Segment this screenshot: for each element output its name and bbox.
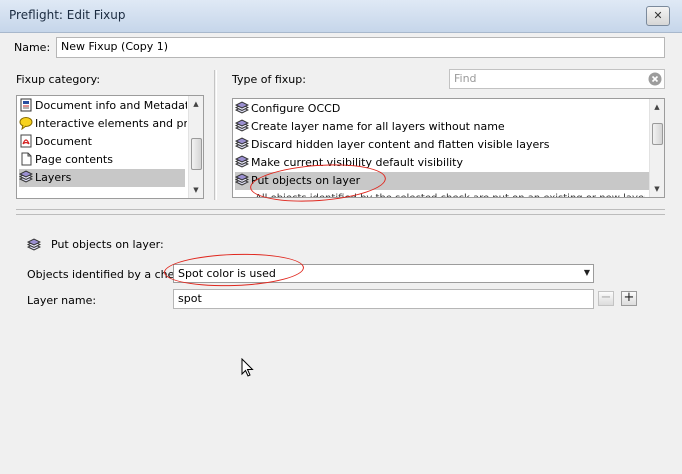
layer-name-label: Layer name: [27,294,97,307]
scroll-thumb[interactable] [191,138,202,170]
scroll-down-icon[interactable]: ▼ [650,183,664,195]
scroll-up-icon[interactable]: ▲ [189,98,203,110]
pdf-document-icon [19,134,33,148]
page-icon [19,152,33,166]
layers-icon [235,155,250,169]
minus-icon: − [600,290,612,305]
section-divider [16,214,665,215]
fixup-item-discard-hidden[interactable]: Discard hidden layer content and flatten… [235,136,649,154]
detail-header: Put objects on layer: [51,238,164,251]
fixup-item-label: Discard hidden layer content and flatten… [251,138,550,151]
type-of-fixup-label: Type of fixup: [232,73,306,86]
category-item-label: Page contents [35,153,113,166]
category-item-document-info[interactable]: Document info and Metadata [19,97,187,115]
layers-icon [235,119,250,133]
name-label: Name: [14,41,51,54]
chevron-down-icon: ▼ [583,268,590,277]
fixup-item-label: Create layer name for all layers without… [251,120,505,133]
name-input[interactable]: New Fixup (Copy 1) [56,37,665,58]
document-info-icon [19,98,33,112]
category-item-label: Interactive elements and properties [35,117,187,130]
add-button[interactable]: + [621,291,637,306]
category-scrollbar[interactable]: ▲ ▼ [188,96,203,198]
layer-name-input[interactable]: spot [173,289,594,309]
clear-search-icon[interactable] [648,72,662,88]
category-item-layers[interactable]: Layers [19,169,185,187]
layers-icon [235,137,250,151]
layers-icon [26,238,42,252]
plus-icon: + [623,290,635,305]
window-title: Preflight: Edit Fixup [9,8,126,22]
fixup-scrollbar[interactable]: ▲ ▼ [649,99,664,197]
fixup-item-create-layer-name[interactable]: Create layer name for all layers without… [235,118,649,136]
close-icon: ✕ [653,9,663,22]
remove-button[interactable]: − [598,291,614,306]
pane-splitter[interactable] [214,70,215,200]
category-item-label: Layers [35,171,72,184]
section-divider [16,209,665,210]
category-item-page-contents[interactable]: Page contents [19,151,187,169]
title-bar: Preflight: Edit Fixup ✕ [0,0,682,33]
category-item-interactive[interactable]: Interactive elements and properties [19,115,187,133]
category-item-label: Document info and Metadata [35,99,187,112]
fixup-item-label: Configure OCCD [251,102,341,115]
scroll-down-icon[interactable]: ▼ [189,184,203,196]
scroll-thumb[interactable] [652,123,663,145]
layers-icon [19,170,34,184]
category-item-document[interactable]: Document [19,133,187,151]
layers-icon [235,173,250,187]
find-placeholder: Find [454,72,477,85]
close-button[interactable]: ✕ [646,6,670,26]
speech-bubble-icon [19,116,33,131]
fixup-category-label: Fixup category: [16,73,101,86]
find-search-input[interactable]: Find [449,69,665,89]
scroll-up-icon[interactable]: ▲ [650,101,664,113]
pane-splitter-highlight [216,70,217,200]
layers-icon [235,101,250,115]
category-item-label: Document [35,135,92,148]
fixup-item-configure-occd[interactable]: Configure OCCD [235,100,649,118]
fixup-category-list[interactable]: Document info and Metadata Interactive e… [16,95,204,199]
mouse-cursor-icon [241,357,255,381]
